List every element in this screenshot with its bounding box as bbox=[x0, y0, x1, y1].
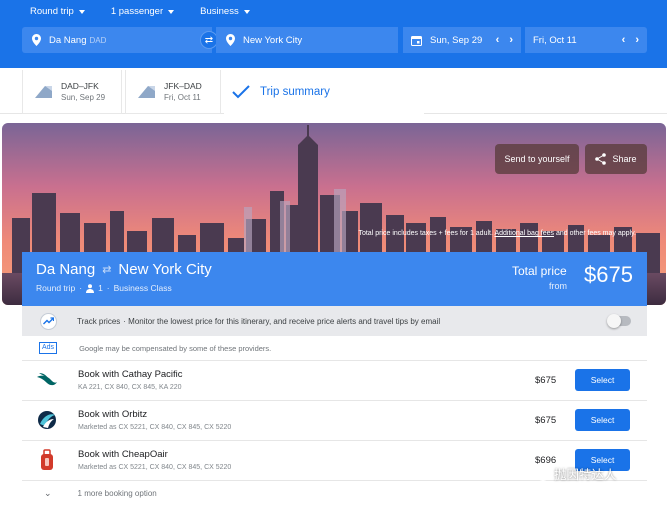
origin-code: DAD bbox=[89, 35, 107, 45]
bag-fees-link[interactable]: Additional bag fees bbox=[494, 230, 554, 237]
provider-name: Book with Orbitz bbox=[78, 409, 148, 420]
option-price: $675 bbox=[535, 375, 557, 386]
round-trip-arrows-icon: ⇄ bbox=[102, 264, 112, 276]
return-date-nav: ‹ › bbox=[622, 34, 639, 46]
share-button[interactable]: Share bbox=[585, 144, 647, 174]
check-icon bbox=[232, 85, 250, 99]
summary-passengers: 1 bbox=[98, 283, 103, 293]
caret-down-icon bbox=[168, 9, 175, 14]
total-price-value: $675 bbox=[584, 262, 633, 287]
wechat-logo-icon bbox=[530, 466, 550, 481]
location-pin-icon bbox=[32, 34, 41, 46]
return-date: Fri, Oct 11 bbox=[533, 34, 577, 46]
cheapoair-luggage-logo-icon bbox=[41, 449, 53, 470]
return-date: Fri, Oct 11 bbox=[164, 93, 201, 102]
trending-icon bbox=[40, 312, 57, 330]
tab-trip-summary[interactable]: Trip summary bbox=[224, 70, 424, 114]
prev-day-button[interactable]: ‹ bbox=[496, 34, 500, 46]
depart-date: Sun, Sep 29 bbox=[430, 34, 483, 46]
send-to-yourself-label: Send to yourself bbox=[504, 154, 570, 164]
option-price: $675 bbox=[535, 415, 557, 426]
ads-badge: Ads bbox=[39, 342, 58, 354]
next-day-button[interactable]: › bbox=[635, 34, 639, 46]
total-price-label: Total price bbox=[512, 264, 567, 278]
more-booking-options-label: 1 more booking option bbox=[77, 489, 157, 498]
cabin-dropdown[interactable]: Business bbox=[200, 6, 250, 17]
destination-city: New York City bbox=[243, 34, 303, 46]
provider-name: Book with Cathay Pacific bbox=[78, 369, 183, 380]
next-day-button[interactable]: › bbox=[509, 34, 513, 46]
tab-return-flight[interactable]: JFK–DAD Fri, Oct 11 bbox=[125, 70, 221, 114]
prev-day-button[interactable]: ‹ bbox=[622, 34, 626, 46]
disclaimer-text-end: and other fees may apply. bbox=[555, 230, 636, 237]
price-disclaimer: Total price includes taxes + fees for 1 … bbox=[358, 230, 636, 237]
trip-summary-label: Trip summary bbox=[260, 86, 330, 98]
flight-numbers: Marketed as CX 5221, CX 840, CX 845, CX … bbox=[78, 424, 232, 431]
trip-type-label: Round trip bbox=[30, 6, 74, 17]
passengers-dropdown[interactable]: 1 passenger bbox=[110, 6, 175, 17]
watermark-text: 抛因特达人 bbox=[554, 468, 617, 482]
return-route: JFK–DAD bbox=[164, 81, 202, 91]
summary-destination: New York City bbox=[118, 261, 212, 278]
provider-name: Book with CheapOair bbox=[78, 449, 168, 460]
return-date-field[interactable]: Fri, Oct 11 ‹ › bbox=[525, 27, 647, 53]
trip-type-dropdown[interactable]: Round trip bbox=[30, 6, 85, 17]
trip-summary-card: Da Nang ⇄ New York City Round trip · 1 ·… bbox=[22, 252, 647, 306]
price-from-label: from bbox=[549, 281, 567, 291]
booking-option: Book with Cathay Pacific KA 221, CX 840,… bbox=[22, 361, 647, 401]
track-prices-description: · Monitor the lowest price for this itin… bbox=[123, 316, 441, 326]
watermark: 抛因特达人 bbox=[530, 464, 617, 483]
track-prices-title: Track prices bbox=[77, 316, 121, 326]
caret-down-icon bbox=[78, 9, 85, 14]
send-to-yourself-button[interactable]: Send to yourself bbox=[495, 144, 579, 174]
booking-option: Book with Orbitz Marketed as CX 5221, CX… bbox=[22, 401, 647, 441]
cathay-pacific-logo-icon bbox=[37, 373, 57, 386]
separator-dot: · bbox=[106, 283, 110, 293]
separator-dot: · bbox=[79, 283, 83, 293]
outbound-route: DAD–JFK bbox=[61, 81, 99, 91]
location-pin-icon bbox=[226, 34, 235, 46]
chevron-down-icon: ⌄ bbox=[44, 488, 52, 498]
ads-text: Google may be compensated by some of the… bbox=[79, 343, 272, 353]
orbitz-logo-icon bbox=[38, 411, 56, 429]
disclaimer-text-start: Total price includes taxes + fees for 1 … bbox=[358, 230, 493, 237]
route-heading: Da Nang ⇄ New York City bbox=[36, 261, 212, 278]
destination-field[interactable]: New York City bbox=[216, 27, 398, 53]
person-icon bbox=[86, 283, 95, 293]
calendar-icon bbox=[411, 35, 422, 46]
track-prices-toggle[interactable] bbox=[607, 314, 631, 328]
summary-cabin: Business Class bbox=[113, 283, 172, 293]
airline-tail-icon bbox=[138, 85, 155, 98]
trip-details: Round trip · 1 · Business Class bbox=[36, 283, 172, 293]
select-button[interactable]: Select bbox=[575, 409, 630, 431]
track-prices-row: Track prices · Monitor the lowest price … bbox=[22, 306, 647, 336]
caret-down-icon bbox=[243, 9, 250, 14]
origin-city: Da Nang bbox=[49, 34, 87, 46]
depart-date-field[interactable]: Sun, Sep 29 ‹ › bbox=[403, 27, 521, 53]
passengers-label: 1 passenger bbox=[110, 6, 164, 17]
depart-date-nav: ‹ › bbox=[496, 34, 513, 46]
flight-numbers: KA 221, CX 840, CX 845, KA 220 bbox=[78, 384, 182, 391]
airline-tail-icon bbox=[35, 85, 52, 98]
search-options: Round trip 1 passenger Business bbox=[30, 6, 250, 17]
search-header: Round trip 1 passenger Business Da Nang … bbox=[0, 0, 667, 68]
origin-field[interactable]: Da Nang DAD bbox=[22, 27, 212, 53]
select-button[interactable]: Select bbox=[575, 369, 630, 391]
share-label: Share bbox=[612, 154, 637, 164]
trip-steps-bar: DAD–JFK Sun, Sep 29 JFK–DAD Fri, Oct 11 … bbox=[0, 68, 667, 114]
summary-trip-type: Round trip bbox=[36, 283, 76, 293]
cabin-label: Business bbox=[200, 6, 239, 17]
more-booking-options[interactable]: ⌄ 1 more booking option bbox=[22, 481, 647, 506]
summary-origin: Da Nang bbox=[36, 261, 96, 278]
flight-numbers: Marketed as CX 5221, CX 840, CX 845, CX … bbox=[78, 464, 232, 471]
toggle-knob bbox=[607, 314, 621, 328]
ads-disclosure: Ads Google may be compensated by some of… bbox=[22, 336, 647, 361]
share-icon bbox=[595, 153, 607, 165]
tab-outbound-flight[interactable]: DAD–JFK Sun, Sep 29 bbox=[22, 70, 122, 114]
outbound-date: Sun, Sep 29 bbox=[61, 93, 106, 102]
